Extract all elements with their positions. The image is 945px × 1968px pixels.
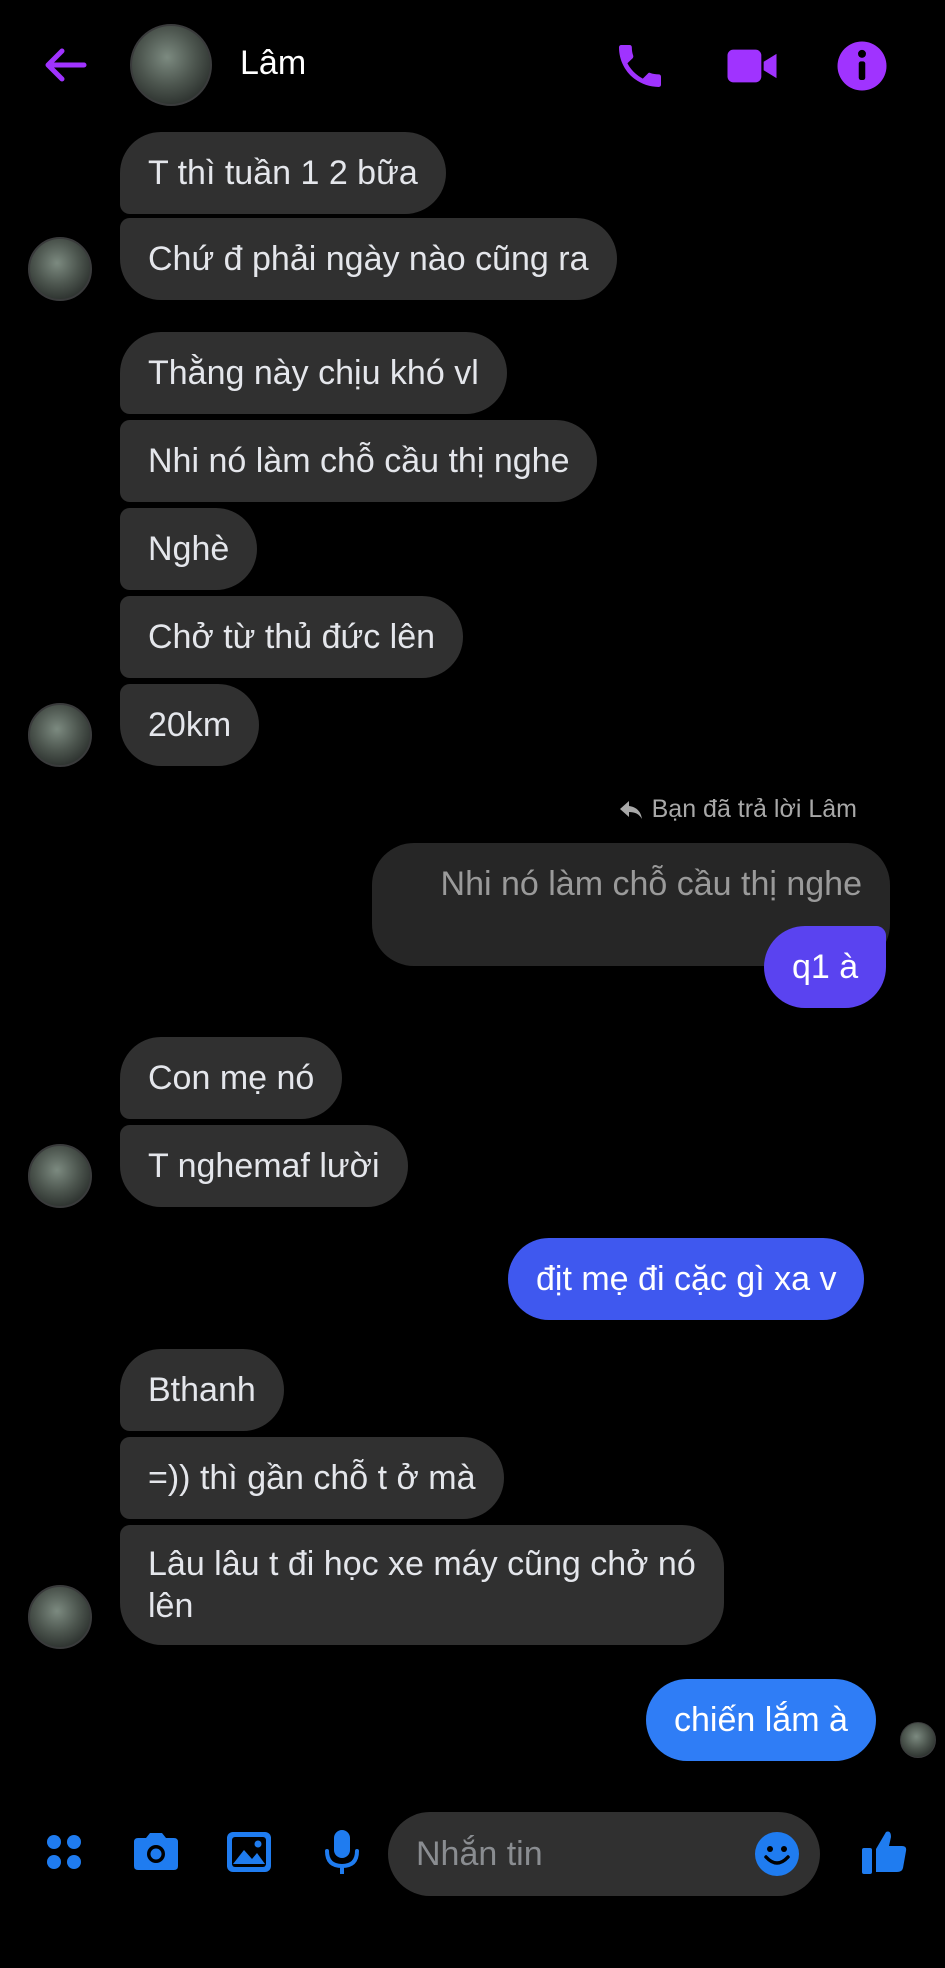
apps-button[interactable]	[36, 1824, 92, 1880]
info-button[interactable]	[834, 38, 890, 94]
reply-arrow-icon	[619, 800, 642, 819]
outgoing-message[interactable]: địt mẹ đi cặc gì xa v	[508, 1238, 865, 1320]
message-text: Chở từ thủ đức lên	[148, 618, 436, 656]
message-text: địt mẹ đi cặc gì xa v	[536, 1260, 837, 1298]
incoming-message[interactable]: Thằng này chịu khó vl	[120, 332, 507, 414]
camera-button[interactable]	[128, 1824, 184, 1880]
message-text: Bthanh	[148, 1371, 256, 1409]
message-text: chiến lắm à	[674, 1701, 848, 1739]
message-text: T nghemaf lười	[148, 1147, 380, 1185]
message-text: q1 à	[792, 948, 859, 986]
apps-grid-icon	[47, 1835, 81, 1869]
back-arrow-icon	[45, 48, 87, 82]
incoming-message[interactable]: 20km	[120, 684, 260, 766]
microphone-icon	[325, 1830, 359, 1874]
voice-message-button[interactable]	[314, 1824, 370, 1880]
sender-avatar[interactable]	[28, 703, 92, 767]
contact-avatar[interactable]	[130, 24, 212, 106]
message-text: Con mẹ nó	[148, 1059, 315, 1097]
info-icon	[837, 41, 887, 91]
message-text: Nhi nó làm chỗ cầu thị nghe	[148, 442, 570, 480]
message-text: Nghè	[148, 530, 230, 568]
incoming-message[interactable]: =)) thì gần chỗ t ở mà	[120, 1437, 504, 1519]
incoming-message[interactable]: Bthanh	[120, 1349, 284, 1431]
incoming-message[interactable]: T nghemaf lười	[120, 1125, 408, 1207]
message-text: lên	[148, 1587, 194, 1625]
message-text: Thằng này chịu khó vl	[148, 354, 479, 392]
message-input[interactable]: Nhắn tin	[388, 1812, 820, 1896]
emoji-button[interactable]	[752, 1829, 802, 1879]
incoming-message[interactable]: Nghè	[120, 508, 258, 590]
contact-name[interactable]: Lâm	[240, 44, 306, 83]
incoming-message[interactable]: T thì tuần 1 2 bữa	[120, 132, 446, 214]
message-text: Chứ đ phải ngày nào cũng ra	[148, 240, 589, 278]
gallery-button[interactable]	[221, 1824, 277, 1880]
incoming-message[interactable]: Nhi nó làm chỗ cầu thị nghe	[120, 420, 598, 502]
camera-icon	[134, 1833, 178, 1870]
like-button[interactable]	[856, 1824, 912, 1880]
emoji-icon	[755, 1832, 799, 1876]
image-icon	[227, 1832, 271, 1872]
reply-context-text: Bạn đã trả lời Lâm	[651, 795, 857, 823]
reply-context: Bạn đã trả lời Lâm	[618, 795, 857, 824]
sender-avatar[interactable]	[28, 237, 92, 301]
video-call-button[interactable]	[724, 38, 780, 94]
incoming-message[interactable]: Con mẹ nó	[120, 1037, 343, 1119]
chat-header: Lâm	[0, 0, 945, 130]
incoming-message[interactable]: Chở từ thủ đức lên	[120, 596, 464, 678]
message-input-placeholder: Nhắn tin	[416, 1834, 543, 1873]
message-text: Lâu lâu t đi học xe máy cũng chở nó	[148, 1545, 696, 1583]
back-button[interactable]	[40, 40, 90, 90]
message-text: 20km	[148, 706, 232, 744]
phone-icon	[619, 45, 661, 87]
sender-avatar[interactable]	[28, 1144, 92, 1208]
thumbs-up-icon	[862, 1831, 907, 1874]
seen-receipt-avatar	[900, 1722, 936, 1758]
video-camera-icon	[727, 49, 777, 83]
outgoing-message[interactable]: q1 à	[764, 926, 887, 1008]
incoming-message[interactable]: Lâu lâu t đi học xe máy cũng chở nó lên	[120, 1525, 724, 1645]
message-text: =)) thì gần chỗ t ở mà	[148, 1459, 476, 1497]
message-composer: Nhắn tin	[0, 1800, 945, 1910]
outgoing-message[interactable]: chiến lắm à	[646, 1679, 876, 1761]
incoming-message[interactable]: Chứ đ phải ngày nào cũng ra	[120, 218, 617, 300]
sender-avatar[interactable]	[28, 1585, 92, 1649]
voice-call-button[interactable]	[612, 38, 668, 94]
message-text: T thì tuần 1 2 bữa	[148, 154, 418, 192]
